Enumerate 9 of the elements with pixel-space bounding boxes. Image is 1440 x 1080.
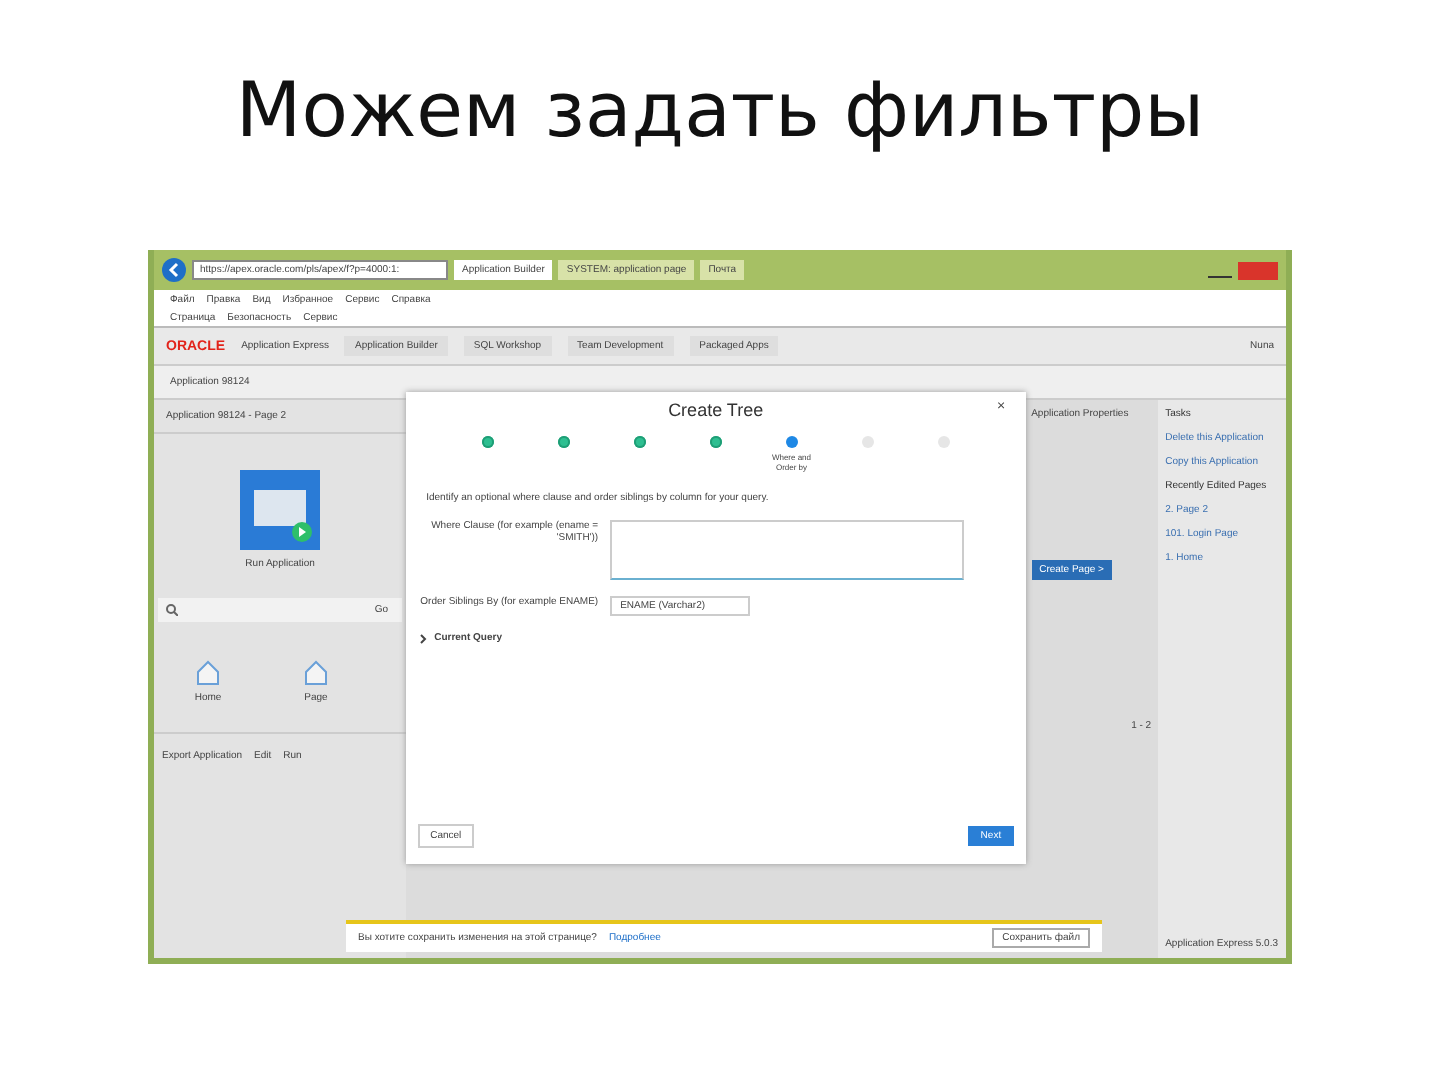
run-application-icon[interactable] xyxy=(240,470,321,550)
back-icon[interactable] xyxy=(162,258,186,282)
dialog-title: Create Tree xyxy=(668,400,764,420)
where-clause-field[interactable] xyxy=(610,520,965,580)
page-icon[interactable] xyxy=(302,658,330,686)
caret-icon[interactable] xyxy=(418,633,429,643)
page-icon[interactable] xyxy=(194,658,222,686)
search-icon xyxy=(166,604,178,616)
slide-title: Можем задать фильтры xyxy=(235,65,1205,153)
